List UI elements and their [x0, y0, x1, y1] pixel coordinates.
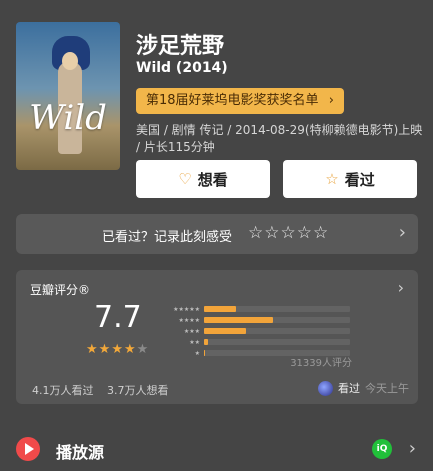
rating-card[interactable]: 豆瓣评分® › 7.7 ★★★★★ ★★★★★ ★★★★ ★★★ ★★ ★ 31339人… [16, 270, 418, 404]
rating-bar-label: ★★★ [183, 327, 200, 335]
avatar [318, 380, 333, 396]
rating-bar-row: ★★★ [160, 326, 350, 336]
rating-bar-track [204, 317, 350, 323]
heart-plus-icon: ♡ [178, 170, 192, 188]
rate-prompt-label: 已看过？记录此刻感受 [102, 230, 233, 245]
seen-label: 看过 [344, 170, 375, 189]
play-icon [16, 437, 40, 461]
poster-head [62, 52, 78, 70]
score-star-icon: ★ [136, 342, 150, 357]
award-badge[interactable]: 第18届好莱坞电影奖获奖名单 › [136, 88, 344, 114]
movie-title: 涉足荒野 [136, 34, 225, 59]
chevron-right-icon: › [328, 93, 334, 108]
rating-bar-fill [204, 339, 209, 345]
rating-bar-label: ★★ [189, 338, 200, 346]
rating-heading: 豆瓣评分® [30, 283, 91, 297]
rating-distribution: ★★★★★ ★★★★ ★★★ ★★ ★ [160, 304, 350, 359]
rating-score: 7.7 [94, 300, 142, 335]
rating-bar-row: ★★★★ [160, 315, 350, 325]
score-star-icon: ★ [86, 342, 99, 357]
movie-poster[interactable]: Wild [16, 22, 120, 170]
rating-bar-fill [204, 328, 247, 334]
want-label: 想看 [197, 170, 228, 189]
score-star-icon: ★ [123, 342, 137, 357]
seen-count: 4.1万人看过 [32, 384, 94, 397]
rating-bar-label: ★★★★★ [173, 305, 200, 313]
chevron-right-icon: › [398, 222, 406, 243]
want-button[interactable]: ♡ 想看 [136, 160, 270, 198]
rating-stars: ★★★★★ [86, 342, 149, 357]
chevron-right-icon: › [397, 278, 404, 297]
award-label: 第18届好莱坞电影奖获奖名单 [146, 93, 319, 108]
rating-count: 31339人评分 [290, 358, 352, 369]
rating-bar-label: ★ [194, 349, 200, 357]
score-star-icon: ★ [98, 342, 112, 357]
rating-bar-fill [204, 350, 206, 356]
score-star-icon: ★ [111, 342, 124, 357]
chevron-right-icon: › [408, 438, 416, 459]
rating-bar-track [204, 306, 350, 312]
rate-prompt-bar[interactable]: 已看过？记录此刻感受 ☆☆☆☆☆ › [16, 214, 418, 254]
rating-bar-label: ★★★★ [178, 316, 200, 324]
friend-time: 今天上午 [365, 382, 409, 395]
rating-bar-row: ★★★★★ [160, 304, 350, 314]
star-outline-icon: ☆ [325, 170, 339, 188]
play-source-row[interactable]: 播放源 iQ › [16, 434, 418, 464]
friend-action: 看过 [338, 382, 360, 395]
rating-bar-fill [204, 306, 237, 312]
seen-button[interactable]: ☆ 看过 [283, 160, 417, 198]
play-source-label: 播放源 [56, 443, 105, 462]
rating-bar-track [204, 339, 350, 345]
rating-bar-row: ★★ [160, 337, 350, 347]
movie-meta: 美国 / 剧情 传记 / 2014-08-29(特柳赖德电影节)上映 / 片长1… [136, 123, 423, 154]
audience-stats: 4.1万人看过 3.7万人想看 [32, 382, 179, 398]
friend-activity[interactable]: 看过 今天上午 [318, 380, 409, 396]
poster-title: Wild [29, 98, 107, 138]
rating-bar-fill [204, 317, 273, 323]
rating-bar-track [204, 328, 350, 334]
rate-stars-input[interactable]: ☆☆☆☆☆ [248, 223, 329, 243]
want-count: 3.7万人想看 [107, 384, 169, 397]
iqiyi-icon: iQ [372, 439, 392, 459]
movie-original-title: Wild (2014) [136, 60, 228, 76]
